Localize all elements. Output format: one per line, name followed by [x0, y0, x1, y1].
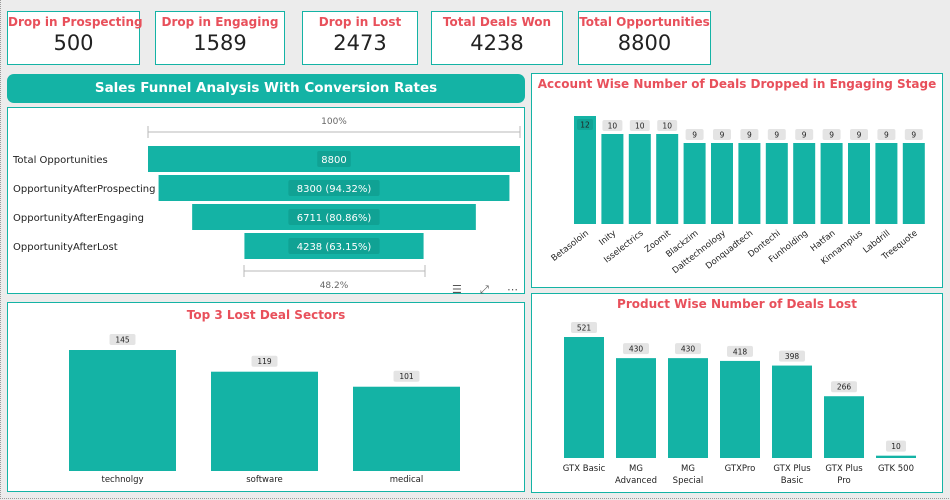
funnel-stage-label: OpportunityAfterProspecting: [13, 184, 155, 195]
bar[interactable]: [876, 455, 916, 458]
bar[interactable]: [711, 143, 733, 224]
data-label: 10: [662, 122, 672, 131]
filter-icon[interactable]: ☰: [452, 284, 462, 295]
data-label: 9: [857, 131, 862, 140]
data-label: 101: [399, 372, 414, 381]
bar[interactable]: [69, 350, 176, 471]
x-tick-label: Basic: [781, 476, 804, 486]
bar[interactable]: [738, 143, 761, 224]
product-bar-chart: 521 GTX Basic 430 MG Advanced 430 MG Special 418…: [563, 322, 916, 486]
focus-mode-icon[interactable]: ⤢: [480, 284, 489, 295]
bar[interactable]: [902, 143, 925, 224]
funnel-stage-label: OpportunityAfterEngaging: [13, 213, 144, 224]
funnel-stage-label: OpportunityAfterLost: [13, 242, 118, 253]
data-label: 9: [802, 131, 807, 140]
kpi-label: Total Deals Won: [442, 15, 552, 29]
bar[interactable]: [668, 358, 708, 458]
kpi-label: Total Opportunities: [579, 15, 710, 29]
bar[interactable]: [683, 143, 706, 224]
bar[interactable]: [772, 365, 812, 458]
bar[interactable]: [875, 143, 898, 224]
product-chart-panel[interactable]: Product Wise Number of Deals Lost 521 GTX…: [531, 293, 943, 493]
data-label: 10: [891, 442, 901, 451]
data-label: 266: [837, 383, 852, 392]
data-label: 9: [829, 131, 834, 140]
data-label: 10: [608, 122, 618, 131]
x-tick-label: Special: [673, 476, 704, 486]
kpi-value: 8800: [617, 31, 672, 55]
data-label: 521: [577, 324, 592, 333]
bar[interactable]: [656, 134, 679, 224]
bar[interactable]: [628, 134, 651, 224]
kpi-card-drop-engaging: Drop in Engaging 1589: [155, 11, 285, 65]
x-tick-label: GTX Plus: [773, 464, 811, 474]
data-label: 9: [884, 131, 889, 140]
x-tick-label: Betasoloin: [550, 228, 591, 263]
sectors-chart-panel[interactable]: Top 3 Lost Deal Sectors 145 technolgy 119 s…: [7, 302, 525, 492]
funnel-value-label: 6711 (80.86%): [297, 213, 372, 224]
bar[interactable]: [574, 116, 596, 224]
bar[interactable]: [820, 143, 843, 224]
data-label: 9: [747, 131, 752, 140]
data-label: 10: [635, 122, 645, 131]
data-label: 430: [681, 345, 696, 354]
x-tick-label: MG: [629, 464, 643, 474]
kpi-value: 2473: [333, 31, 387, 55]
funnel-bottom-percent: 48.2%: [320, 281, 349, 291]
x-tick-label: GTX Basic: [563, 464, 606, 474]
kpi-card-deals-won: Total Deals Won 4238: [431, 11, 563, 65]
data-label: 12: [580, 121, 590, 130]
bar[interactable]: [211, 371, 318, 471]
data-label: 418: [733, 347, 748, 356]
x-tick-label: Inity: [597, 228, 618, 247]
x-tick-label: software: [246, 475, 283, 485]
data-label: 9: [720, 131, 725, 140]
data-label: 119: [257, 357, 272, 366]
bar[interactable]: [765, 143, 788, 224]
sectors-bar-chart: 145 technolgy 119 software 101 medical: [69, 334, 460, 485]
x-tick-label: technolgy: [102, 475, 144, 485]
x-tick-label: GTK 500: [878, 464, 914, 474]
funnel-value-label: 4238 (63.15%): [297, 242, 372, 253]
x-tick-label: MG: [681, 464, 695, 474]
funnel-stage-label: Total Opportunities: [12, 155, 108, 166]
kpi-value: 4238: [470, 31, 524, 55]
funnel-panel[interactable]: 100% 48.2% Total Opportunities 8800 Opport…: [7, 107, 525, 295]
funnel-chart: 100% 48.2% Total Opportunities 8800 Opport…: [12, 117, 521, 291]
bar[interactable]: [824, 396, 864, 458]
kpi-value: 500: [53, 31, 94, 55]
kpi-card-drop-lost: Drop in Lost 2473: [302, 11, 418, 65]
data-label: 9: [692, 131, 697, 140]
x-tick-label: GTX Plus: [825, 464, 863, 474]
more-options-icon[interactable]: ⋯: [507, 284, 518, 295]
bar[interactable]: [848, 143, 870, 224]
account-bar-chart: 12Betasoloin10Inity10Isselectrics10Zoomi…: [550, 116, 925, 276]
bar[interactable]: [353, 386, 460, 471]
kpi-label: Drop in Prospecting: [8, 15, 143, 29]
funnel-value-label: 8300 (94.32%): [297, 184, 372, 195]
bar[interactable]: [720, 360, 760, 458]
x-tick-label: Advanced: [615, 476, 657, 486]
kpi-card-drop-prospecting: Drop in Prospecting 500: [7, 11, 143, 65]
x-tick-label: Pro: [837, 476, 851, 486]
account-chart-panel[interactable]: Account Wise Number of Deals Dropped in …: [531, 73, 943, 288]
x-tick-label: medical: [390, 475, 424, 485]
kpi-card-total-opportunities: Total Opportunities 8800: [578, 11, 711, 65]
bar[interactable]: [793, 143, 816, 224]
data-label: 9: [774, 131, 779, 140]
data-label: 145: [115, 336, 130, 345]
funnel-value-label: 8800: [321, 155, 346, 166]
bar[interactable]: [601, 134, 624, 224]
bar[interactable]: [564, 337, 604, 458]
funnel-top-percent: 100%: [321, 117, 347, 127]
data-label: 398: [785, 352, 800, 361]
kpi-value: 1589: [193, 31, 247, 55]
kpi-label: Drop in Engaging: [161, 15, 279, 29]
kpi-label: Drop in Lost: [318, 15, 402, 29]
bar[interactable]: [616, 358, 656, 458]
data-label: 9: [911, 131, 916, 140]
x-tick-label: GTXPro: [725, 464, 756, 474]
data-label: 430: [629, 345, 644, 354]
funnel-title-bar: Sales Funnel Analysis With Conversion Ra…: [7, 74, 525, 103]
